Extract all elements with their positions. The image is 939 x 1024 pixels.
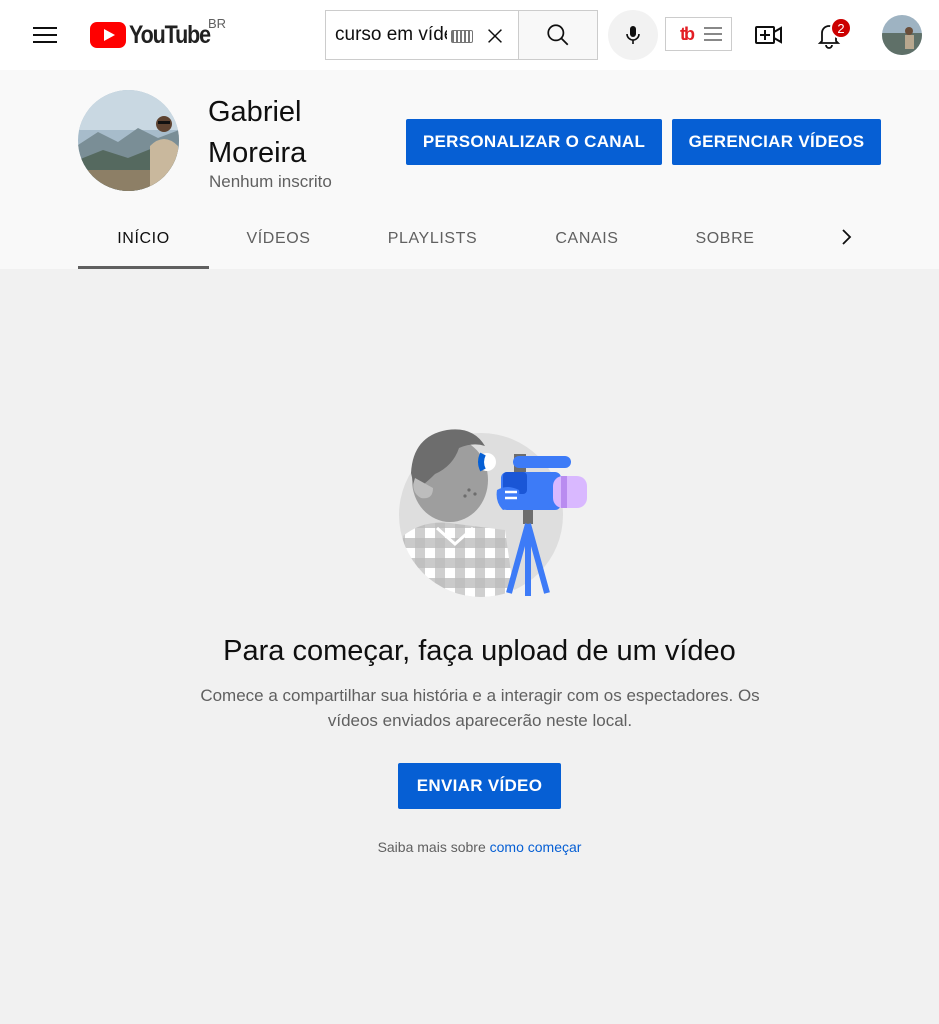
empty-state-description: Comece a compartilhar sua história e a i… [200, 686, 760, 730]
tab-inicio[interactable]: INÍCIO [78, 208, 209, 269]
customize-channel-button[interactable]: PERSONALIZAR O CANAL [406, 119, 662, 165]
tab-sobre[interactable]: SOBRE [657, 208, 793, 269]
menu-icon[interactable] [25, 15, 65, 55]
tubebuddy-icon: tb [680, 23, 695, 44]
empty-state-title: Para começar, faça upload de um vídeo [223, 635, 736, 667]
channel-avatar-photo [78, 90, 179, 191]
learn-more-text: Saiba mais sobre como começar [0, 839, 939, 855]
youtube-logo[interactable]: YouTube [90, 20, 223, 49]
channel-avatar[interactable] [78, 90, 179, 191]
tab-playlists[interactable]: PLAYLISTS [348, 208, 517, 269]
search-button[interactable] [518, 10, 598, 60]
subscriber-count: Nenhum inscrito [209, 172, 332, 191]
chevron-right-icon[interactable] [834, 225, 858, 249]
getting-started-link[interactable]: como começar [490, 839, 582, 855]
country-code: BR [208, 16, 227, 31]
microphone-icon [626, 26, 640, 44]
tab-canais[interactable]: CANAIS [517, 208, 657, 269]
youtube-logo-icon [90, 22, 126, 48]
tubebuddy-button[interactable]: tb [665, 17, 732, 51]
create-video-icon[interactable] [754, 20, 784, 50]
logo-text: YouTube [129, 20, 211, 49]
menu-lines-icon [703, 27, 722, 41]
search-icon [547, 24, 569, 46]
search-box[interactable] [325, 10, 519, 60]
clear-icon[interactable] [484, 25, 506, 47]
search-input[interactable] [335, 24, 447, 46]
masthead: YouTube BR tb 2 [0, 0, 939, 70]
camera-operator-illustration [399, 429, 587, 597]
notification-count-badge: 2 [830, 17, 852, 39]
channel-name: Gabriel Moreira [208, 96, 307, 169]
upload-video-button[interactable]: ENVIAR VÍDEO [398, 763, 561, 809]
tab-videos[interactable]: VÍDEOS [209, 208, 348, 269]
account-avatar[interactable] [882, 15, 922, 55]
avatar-photo [882, 15, 922, 55]
learn-more-prefix: Saiba mais sobre [377, 839, 486, 855]
voice-search-button[interactable] [608, 10, 658, 60]
keyboard-icon[interactable] [451, 30, 473, 43]
manage-videos-button[interactable]: GERENCIAR VÍDEOS [672, 119, 881, 165]
channel-header: Gabriel Moreira Nenhum inscrito PERSONAL… [0, 70, 939, 269]
